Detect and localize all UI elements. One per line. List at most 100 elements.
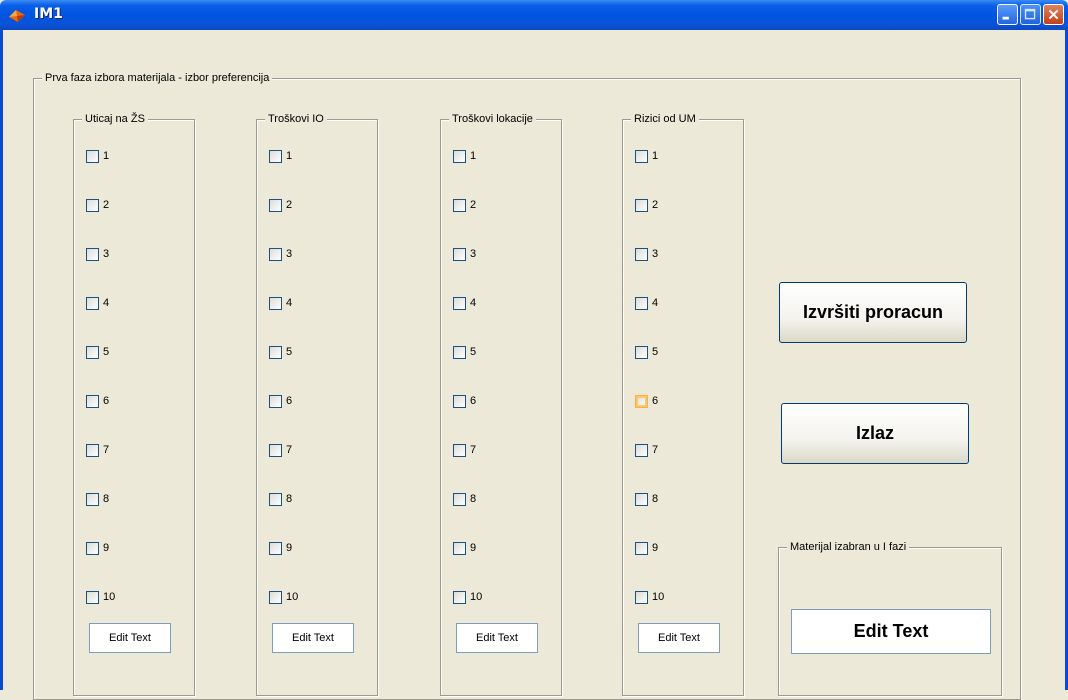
checkbox-box[interactable] [86,394,99,408]
checkbox-box[interactable] [86,590,99,604]
checkbox-label: 10 [103,591,116,603]
checkbox-rizici-od-um-7[interactable]: 7 [635,442,658,458]
checkbox-troskovi-lokacije-9[interactable]: 9 [453,540,476,556]
checkbox-label: 2 [470,199,477,211]
checkbox-rizici-od-um-3[interactable]: 3 [635,246,658,262]
checkbox-box[interactable] [453,198,466,212]
checkbox-troskovi-io-8[interactable]: 8 [269,491,292,507]
checkbox-uticaj-na-zs-2[interactable]: 2 [86,197,109,213]
checkbox-box[interactable] [635,345,648,359]
checkbox-troskovi-io-7[interactable]: 7 [269,442,292,458]
checkbox-box[interactable] [453,345,466,359]
run-calculation-button[interactable]: Izvršiti proracun [779,282,967,343]
checkbox-box[interactable] [269,296,282,310]
checkbox-box[interactable] [86,345,99,359]
checkbox-troskovi-lokacije-3[interactable]: 3 [453,246,476,262]
checkbox-uticaj-na-zs-6[interactable]: 6 [86,393,109,409]
checkbox-box[interactable] [86,541,99,555]
checkbox-uticaj-na-zs-8[interactable]: 8 [86,491,109,507]
checkbox-box[interactable] [453,541,466,555]
checkbox-label: 8 [470,493,477,505]
edit-field-rizici-od-um[interactable]: Edit Text [638,623,720,653]
checkbox-box[interactable] [269,149,282,163]
checkbox-box[interactable] [269,247,282,261]
checkbox-troskovi-io-5[interactable]: 5 [269,344,292,360]
checkbox-rizici-od-um-9[interactable]: 9 [635,540,658,556]
checkbox-box[interactable] [453,590,466,604]
checkbox-label: 1 [470,150,477,162]
checkbox-box[interactable] [635,149,648,163]
result-edit-field[interactable]: Edit Text [791,609,991,654]
title-bar[interactable]: IM1 [0,0,1068,30]
checkbox-box[interactable] [453,492,466,506]
checkbox-box[interactable] [453,247,466,261]
maximize-button[interactable] [1020,4,1041,25]
checkbox-box[interactable] [269,394,282,408]
checkbox-troskovi-lokacije-6[interactable]: 6 [453,393,476,409]
checkbox-troskovi-lokacije-4[interactable]: 4 [453,295,476,311]
checkbox-box[interactable] [635,247,648,261]
checkbox-uticaj-na-zs-5[interactable]: 5 [86,344,109,360]
checkbox-troskovi-lokacije-10[interactable]: 10 [453,589,482,605]
checkbox-troskovi-io-3[interactable]: 3 [269,246,292,262]
edit-field-troskovi-io[interactable]: Edit Text [272,623,354,653]
checkbox-label: 3 [470,248,477,260]
checkbox-box[interactable] [86,296,99,310]
exit-button[interactable]: Izlaz [781,403,969,464]
checkbox-uticaj-na-zs-9[interactable]: 9 [86,540,109,556]
checkbox-box[interactable] [269,345,282,359]
checkbox-box[interactable] [635,541,648,555]
checkbox-box[interactable] [635,443,648,457]
checkbox-rizici-od-um-1[interactable]: 1 [635,148,658,164]
checkbox-box[interactable] [635,394,648,408]
minimize-button[interactable] [997,4,1018,25]
edit-field-troskovi-lokacije[interactable]: Edit Text [456,623,538,653]
checkbox-box[interactable] [453,443,466,457]
checkbox-uticaj-na-zs-7[interactable]: 7 [86,442,109,458]
checkbox-troskovi-io-10[interactable]: 10 [269,589,298,605]
checkbox-rizici-od-um-6[interactable]: 6 [635,393,658,409]
checkbox-box[interactable] [453,149,466,163]
checkbox-rizici-od-um-5[interactable]: 5 [635,344,658,360]
checkbox-box[interactable] [269,198,282,212]
close-button[interactable] [1043,4,1064,25]
checkbox-box[interactable] [635,492,648,506]
checkbox-rizici-od-um-4[interactable]: 4 [635,295,658,311]
checkbox-troskovi-lokacije-2[interactable]: 2 [453,197,476,213]
checkbox-troskovi-lokacije-8[interactable]: 8 [453,491,476,507]
checkbox-box[interactable] [86,443,99,457]
checkbox-box[interactable] [86,492,99,506]
checkbox-box[interactable] [269,541,282,555]
checkbox-troskovi-io-1[interactable]: 1 [269,148,292,164]
checkbox-troskovi-lokacije-5[interactable]: 5 [453,344,476,360]
checkbox-box[interactable] [453,394,466,408]
checkbox-box[interactable] [269,443,282,457]
checkbox-rizici-od-um-10[interactable]: 10 [635,589,664,605]
group-panel-troskovi-lokacije: Troškovi lokacije 1 2 3 4 5 6 7 8 9 10 Edit Text [440,112,562,696]
checkbox-troskovi-io-4[interactable]: 4 [269,295,292,311]
checkbox-troskovi-io-2[interactable]: 2 [269,197,292,213]
checkbox-troskovi-lokacije-1[interactable]: 1 [453,148,476,164]
checkbox-label: 7 [470,444,477,456]
checkbox-uticaj-na-zs-10[interactable]: 10 [86,589,115,605]
checkbox-box[interactable] [269,492,282,506]
checkbox-troskovi-lokacije-7[interactable]: 7 [453,442,476,458]
checkbox-box[interactable] [453,296,466,310]
checkbox-box[interactable] [635,590,648,604]
checkbox-box[interactable] [86,149,99,163]
checkbox-box[interactable] [635,198,648,212]
checkbox-uticaj-na-zs-1[interactable]: 1 [86,148,109,164]
checkbox-uticaj-na-zs-4[interactable]: 4 [86,295,109,311]
checkbox-label: 9 [470,542,477,554]
result-panel-title: Materijal izabran u I fazi [787,540,910,554]
checkbox-box[interactable] [86,198,99,212]
checkbox-uticaj-na-zs-3[interactable]: 3 [86,246,109,262]
edit-field-uticaj-na-zs[interactable]: Edit Text [89,623,171,653]
checkbox-rizici-od-um-8[interactable]: 8 [635,491,658,507]
checkbox-rizici-od-um-2[interactable]: 2 [635,197,658,213]
checkbox-troskovi-io-9[interactable]: 9 [269,540,292,556]
checkbox-box[interactable] [635,296,648,310]
checkbox-box[interactable] [86,247,99,261]
checkbox-box[interactable] [269,590,282,604]
checkbox-troskovi-io-6[interactable]: 6 [269,393,292,409]
